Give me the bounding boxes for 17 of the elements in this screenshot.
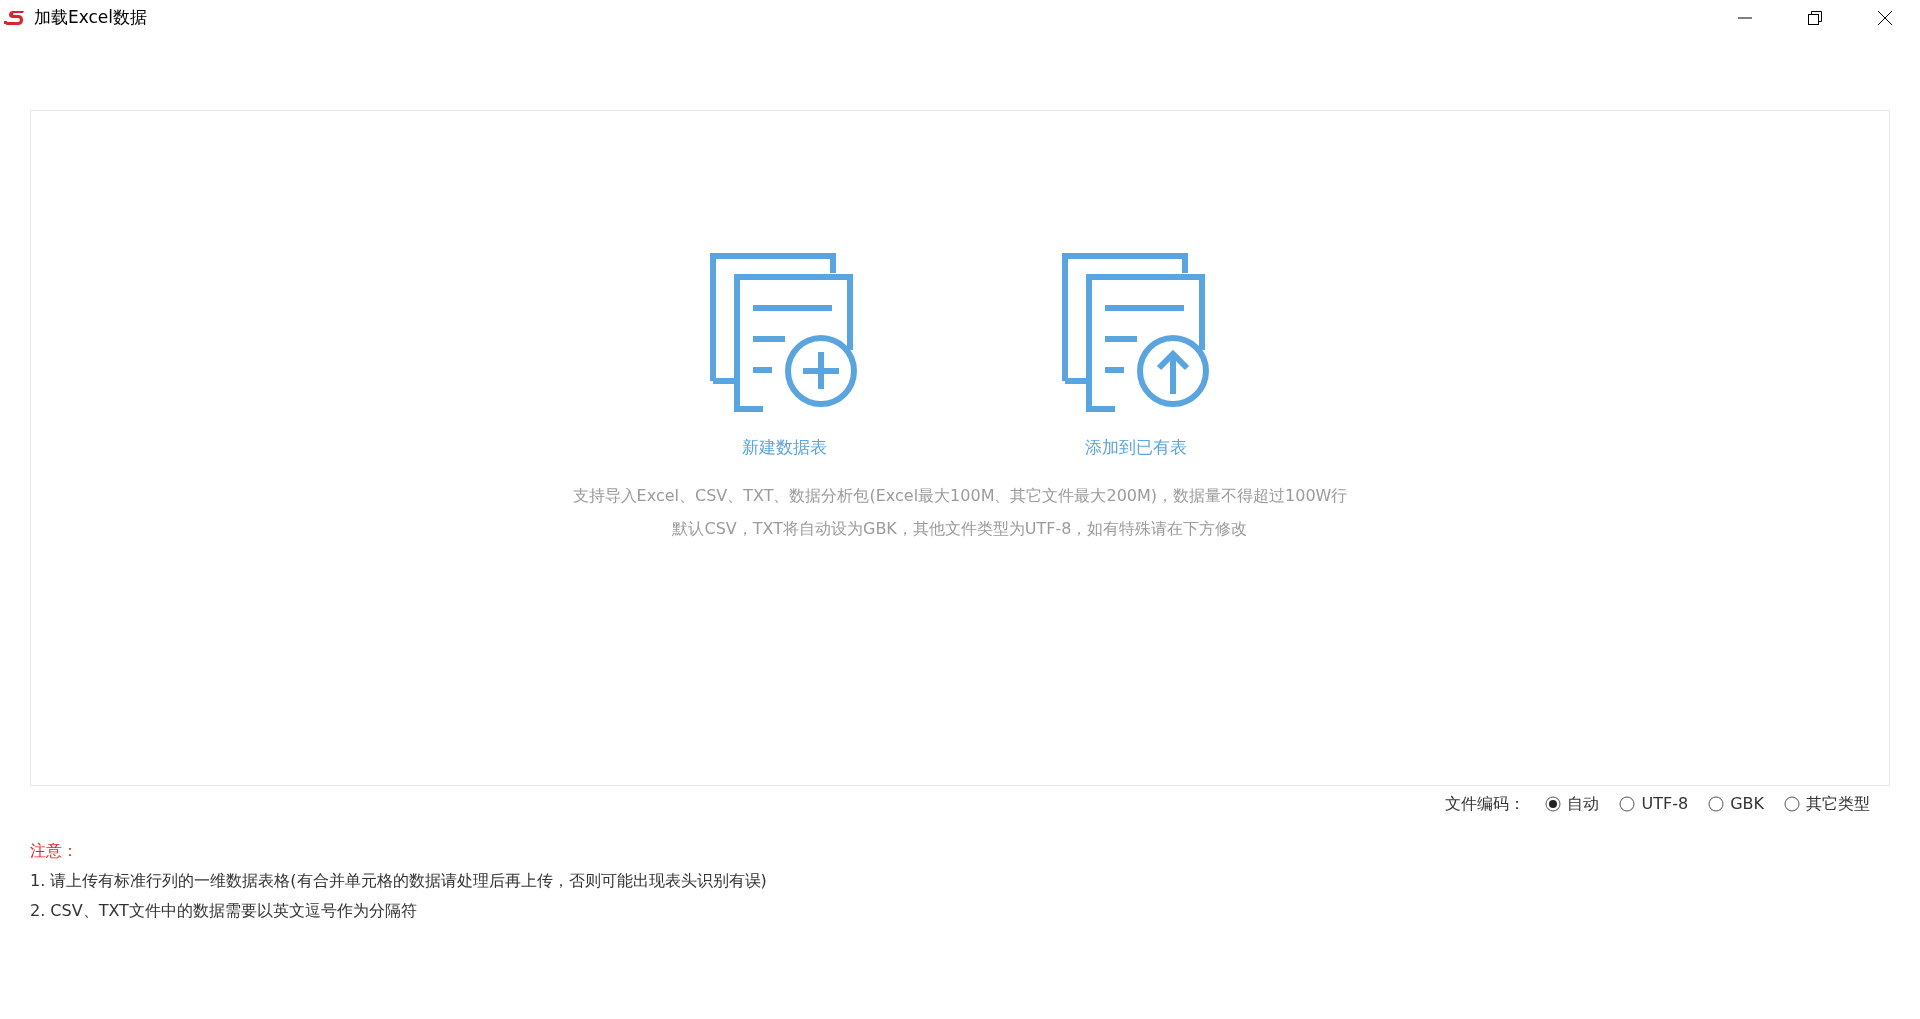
close-icon (1877, 10, 1893, 26)
encoding-radio-option[interactable]: UTF-8 (1619, 792, 1689, 816)
minimize-icon (1737, 17, 1753, 19)
notice-title: 注意： (30, 840, 79, 862)
hint-text: 支持导入Excel、CSV、TXT、数据分析包(Excel最大100M、其它文件最大200M)，数据量不得超过100W行 (572, 484, 1348, 507)
encoding-radio-option[interactable]: GBK (1708, 792, 1764, 816)
document-upload-icon (1060, 251, 1212, 413)
document-plus-icon (708, 251, 860, 413)
restore-icon (1807, 10, 1823, 26)
encoding-radio-option[interactable]: 其它类型 (1784, 792, 1870, 816)
encoding-label: 文件编码： (1445, 793, 1526, 815)
window-title: 加载Excel数据 (34, 6, 148, 30)
notice-text: 2. CSV、TXT文件中的数据需要以英文逗号作为分隔符 (30, 900, 418, 922)
hint-text: 默认CSV，TXT将自动设为GBK，其他文件类型为UTF-8，如有特殊请在下方修改 (671, 517, 1249, 540)
app-logo-icon (4, 9, 26, 27)
notice-text: 1. 请上传有标准行列的一维数据表格(有合并单元格的数据请处理后再上传，否则可能出现表头识别有误) (30, 870, 768, 892)
encoding-radio-option[interactable]: 自动 (1545, 792, 1600, 816)
